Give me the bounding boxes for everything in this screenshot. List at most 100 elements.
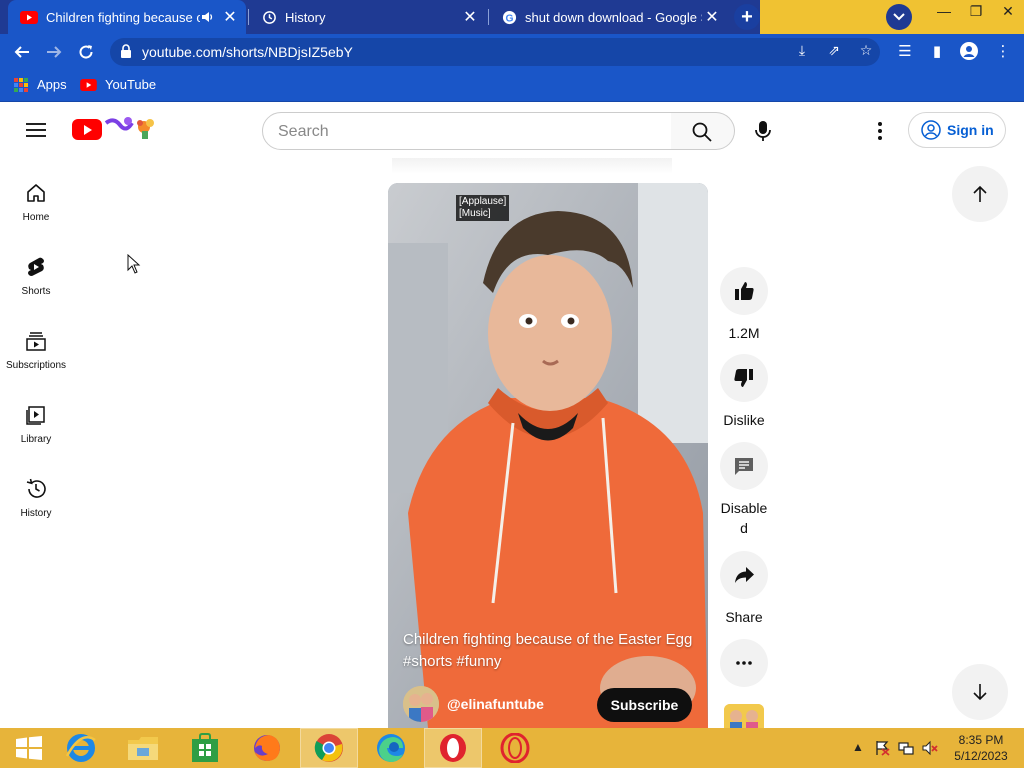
youtube-favicon [20,10,38,24]
taskbar-opera[interactable] [424,728,482,768]
network-icon[interactable] [898,740,914,759]
guide-item-home[interactable]: Home [0,178,72,252]
more-action[interactable] [716,639,772,687]
close-tab-icon[interactable]: ✕ [460,7,480,27]
caption-line: [Music] [459,208,491,219]
tab-title: History [285,9,326,25]
install-app-icon[interactable]: ⤓ [792,42,812,62]
forward-button[interactable] [42,40,66,64]
thumbs-down-icon [734,369,753,387]
bookmark-youtube[interactable]: YouTube [80,77,156,92]
reading-list-icon[interactable]: ☰ [894,42,916,64]
close-window-icon[interactable]: ✕ [992,0,1024,34]
dislike-label: Dislike [723,412,765,428]
search-icon [692,122,712,142]
next-short-button[interactable] [952,664,1008,720]
caption-line: [Applause] [459,196,507,207]
taskbar-chrome[interactable] [300,728,358,768]
start-button[interactable] [0,728,58,768]
arrow-up-icon [973,185,987,202]
channel-avatar[interactable] [403,686,439,722]
search-input[interactable]: Search [262,112,672,150]
lock-icon[interactable] [120,44,132,58]
reload-button[interactable] [74,40,98,64]
comments-button[interactable] [720,442,768,490]
share-page-icon[interactable]: ⇗ [824,42,844,62]
volume-muted-icon[interactable] [922,740,938,759]
guide-item-history[interactable]: History [0,474,72,548]
youtube-masthead: Search Sign in [0,103,1024,159]
subscribe-button[interactable]: Subscribe [597,688,692,722]
library-icon [26,406,45,425]
close-tab-icon[interactable]: ✕ [220,7,240,27]
profile-icon[interactable] [958,42,980,64]
taskbar-firefox[interactable] [238,728,296,768]
chrome-menu-icon[interactable]: ⋮ [992,42,1014,64]
action-center-flag-icon[interactable] [874,740,890,759]
bookmarks-bar: Apps YouTube [0,70,1024,102]
guide-label: Shorts [21,286,51,297]
taskbar-edge[interactable] [362,728,420,768]
like-action[interactable]: 1.2M [716,267,772,343]
back-button[interactable] [10,40,34,64]
guide-item-library[interactable]: Library [0,400,72,474]
shorts-video-player[interactable]: [Applause] [Music] Children fighting bec… [388,183,708,728]
clock-date: 5/12/2023 [954,749,1008,763]
channel-handle[interactable]: @elinafuntube [447,696,544,712]
like-button[interactable] [720,267,768,315]
settings-more-icon[interactable] [870,120,890,142]
bookmark-star-icon[interactable]: ☆ [856,42,876,62]
guide-label: Home [22,212,50,223]
thumbs-up-icon [735,282,754,300]
address-bar[interactable]: youtube.com/shorts/NBDjsIZ5ebY ⤓ ⇗ ☆ [110,38,880,66]
share-action[interactable]: Share [716,551,772,627]
microphone-icon[interactable] [750,118,776,144]
taskbar-file-explorer[interactable] [114,728,172,768]
close-tab-icon[interactable]: ✕ [702,7,722,27]
history-icon [263,10,276,24]
tab-search-button[interactable] [886,4,912,30]
taskbar-opera-gx[interactable] [486,728,544,768]
subscriptions-icon [26,332,46,351]
more-button[interactable] [720,639,768,687]
window-controls: — ❐ ✕ [928,0,1024,34]
menu-icon[interactable] [26,123,46,137]
browser-toolbar: youtube.com/shorts/NBDjsIZ5ebY ⤓ ⇗ ☆ ☰ ▮… [0,34,1024,70]
side-panel-icon[interactable]: ▮ [926,42,948,64]
arrow-down-icon [973,684,987,701]
minimize-icon[interactable]: — [928,0,960,34]
search-button[interactable] [671,112,735,150]
short-title[interactable]: Children fighting because of the Easter … [403,629,693,673]
guide-item-subscriptions[interactable]: Subscriptions [0,326,72,400]
windows-start-icon [16,736,42,760]
url-text[interactable]: youtube.com/shorts/NBDjsIZ5ebY [142,44,353,60]
comments-action[interactable]: Disabled [716,442,772,538]
more-horizontal-icon [736,661,752,665]
taskbar-store[interactable] [176,728,234,768]
firefox-icon [254,735,280,761]
youtube-logo[interactable] [72,119,102,140]
tab-history[interactable]: History ✕ [250,0,486,34]
opera-gx-icon [500,733,530,763]
youtube-doodle-logo[interactable] [104,115,158,141]
svg-text:G: G [505,13,513,24]
dislike-action[interactable]: Dislike [716,354,772,430]
channel-thumbnail[interactable] [724,704,764,728]
tab-google-search[interactable]: G shut down download - Google Se ✕ [490,0,728,34]
guide-item-shorts[interactable]: Shorts [0,252,72,326]
new-tab-button[interactable]: + [734,4,760,30]
channel-info[interactable]: @elinafuntube [403,686,544,722]
sign-in-button[interactable]: Sign in [908,112,1006,148]
tab-youtube-short[interactable]: Children fighting because of ✕ [8,0,246,34]
taskbar-internet-explorer[interactable] [52,728,110,768]
restore-icon[interactable]: ❐ [960,0,992,34]
previous-short-button[interactable] [952,166,1008,222]
opera-icon [440,734,466,762]
tab-separator [488,9,489,25]
taskbar-clock[interactable]: 8:35 PM 5/12/2023 [946,732,1016,764]
share-button[interactable] [720,551,768,599]
speaker-icon[interactable] [200,10,214,24]
bookmark-apps[interactable]: Apps [14,77,67,92]
dislike-button[interactable] [720,354,768,402]
tray-overflow-icon[interactable]: ▲ [852,740,864,754]
